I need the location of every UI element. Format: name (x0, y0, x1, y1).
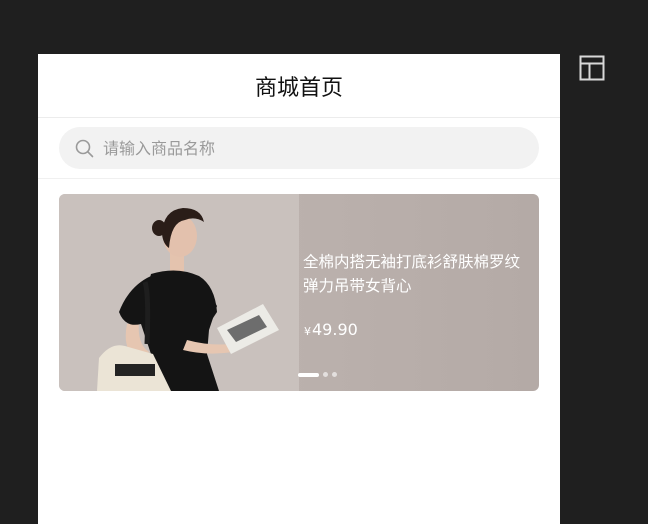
carousel-dot[interactable] (323, 372, 328, 377)
layout-icon[interactable] (579, 55, 605, 81)
banner-product-title: 全棉内搭无袖打底衫舒肤棉罗纹弹力吊带女背心 (303, 253, 521, 295)
search-bar (38, 118, 560, 179)
currency-symbol: ¥ (304, 325, 311, 338)
banner-price: ¥49.90 (304, 320, 358, 339)
search-input[interactable] (101, 137, 523, 159)
mall-home-page: 商城首页 请输入商品名称 全棉内搭无袖打底衫舒肤棉罗纹弹力吊带女背心 ¥49.9… (38, 54, 560, 524)
promo-banner[interactable]: 全棉内搭无袖打底衫舒肤棉罗纹弹力吊带女背心 ¥49.90 (59, 194, 539, 391)
page-header: 商城首页 (38, 54, 560, 118)
page-title: 商城首页 (254, 75, 343, 101)
carousel-dot[interactable] (298, 372, 319, 377)
carousel-dot[interactable] (332, 372, 337, 377)
banner-model-image (59, 194, 299, 391)
carousel-indicator (298, 372, 341, 377)
price-value: 49.90 (312, 320, 358, 339)
search-box[interactable] (59, 127, 539, 169)
search-icon (75, 139, 94, 157)
